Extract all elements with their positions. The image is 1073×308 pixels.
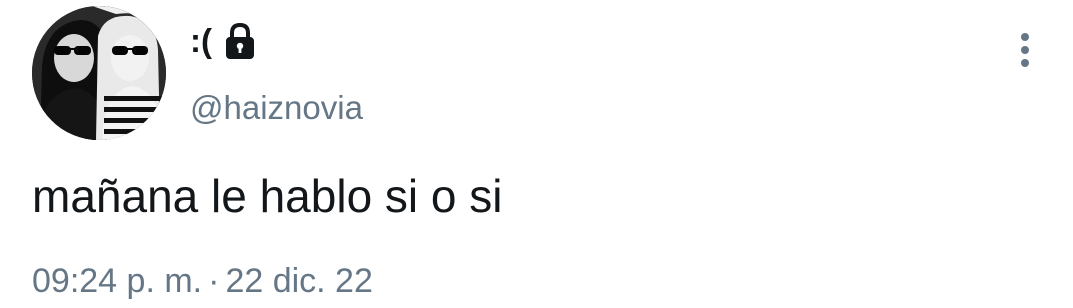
avatar[interactable] [32,6,166,140]
user-handle[interactable]: @haiznovia [190,86,363,130]
tweet-time[interactable]: 09:24 p. m. [32,258,202,304]
tweet-date[interactable]: 22 dic. 22 [225,258,372,304]
tweet-card: :( @haiznovia mañana le hablo si o si 09… [0,0,1073,308]
display-name[interactable]: :( [190,18,212,64]
tweet-text: mañana le hablo si o si [32,170,503,222]
display-name-row[interactable]: :( [190,18,260,64]
avatar-photo-icon [32,6,166,140]
more-options-button[interactable] [1008,28,1042,72]
more-vertical-icon [1021,33,1029,67]
lock-icon [220,21,260,61]
tweet-meta: 09:24 p. m. · 22 dic. 22 [32,258,373,304]
meta-separator: · [208,262,220,300]
